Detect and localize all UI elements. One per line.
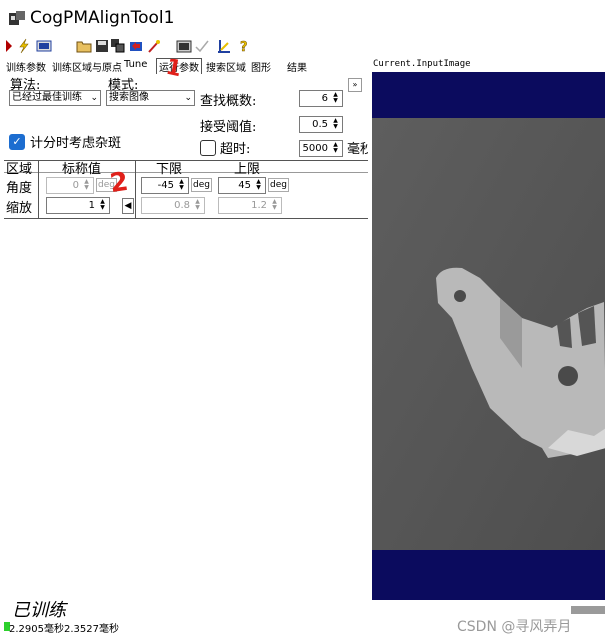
help-icon[interactable]: ? (236, 38, 252, 54)
tab-results[interactable]: 结果 (287, 59, 307, 74)
down-arrow-icon: ▼ (272, 204, 277, 211)
find-count-stepper[interactable]: 6 ▲ ▼ (299, 90, 343, 107)
down-arrow-icon[interactable]: ▼ (330, 124, 341, 130)
reset-icon[interactable] (128, 38, 144, 54)
accept-threshold-label: 接受阈值: (200, 120, 257, 135)
angle-low-value: -45 (157, 180, 174, 191)
row-angle-label: 角度 (6, 181, 33, 196)
header-low: 下限 (156, 162, 183, 177)
clutter-checkbox[interactable]: ✓ (9, 134, 25, 150)
timeout-checkbox[interactable] (200, 140, 216, 156)
find-count-label: 查找概数: (200, 94, 257, 109)
table-bottom-border (4, 218, 368, 219)
down-arrow-icon[interactable]: ▼ (253, 185, 264, 191)
expand-icon[interactable]: » (348, 78, 362, 92)
watermark: CSDN @寻风弄月 (457, 619, 572, 635)
scale-high-stepper: 1.2 ▲ ▼ (218, 197, 282, 214)
angle-high-unit: deg (268, 178, 289, 192)
display-icon[interactable] (36, 38, 52, 54)
image-top-band (372, 72, 605, 118)
tab-tune[interactable]: Tune (124, 59, 147, 70)
table-col-divider (135, 160, 136, 218)
timeout-stepper[interactable]: 5000 ▲ ▼ (299, 140, 343, 157)
part-image (372, 118, 605, 550)
header-high: 上限 (234, 162, 261, 177)
timeout-unit: 毫秒 (347, 142, 368, 157)
down-arrow-icon[interactable]: ▼ (330, 98, 341, 104)
timeout-value: 5000 (302, 143, 328, 154)
title-bar: CogPMAlignTool1 (0, 0, 605, 36)
scale-nominal-value: 1 (88, 200, 95, 211)
header-region: 区域 (6, 162, 33, 177)
trained-status: 已训练 (12, 600, 66, 621)
angle-nominal-stepper: 0 ▲ ▼ (46, 177, 94, 194)
clutter-label: 计分时考虑杂斑 (30, 136, 122, 151)
chevron-down-icon: ⌄ (184, 93, 192, 103)
scale-high-value: 1.2 (251, 200, 267, 211)
grid-display-icon[interactable] (176, 38, 192, 54)
input-image (372, 118, 605, 550)
check-disabled-icon (195, 40, 209, 53)
mode-select[interactable]: 搜索图像 ⌄ (106, 90, 195, 106)
tab-strip: 训练参数 训练区域与原点 Tune 运行参数 搜索区域 图形 结果 (4, 58, 364, 74)
measure-icon[interactable] (216, 38, 232, 54)
timing-status: 2.2905毫秒2.3527毫秒 (9, 624, 119, 635)
timeout-label: 超时: (220, 142, 251, 157)
table-top-border (4, 160, 368, 161)
down-arrow-icon[interactable]: ▼ (330, 148, 341, 154)
scale-low-value: 0.8 (174, 200, 190, 211)
wand-icon[interactable] (146, 38, 162, 54)
collapse-arrow-icon[interactable]: ◀ (122, 198, 134, 214)
down-arrow-icon[interactable]: ▼ (97, 205, 108, 211)
tab-train-region-origin[interactable]: 训练区域与原点 (52, 59, 122, 74)
window-title: CogPMAlignTool1 (30, 8, 175, 28)
tab-search-region[interactable]: 搜索区域 (206, 59, 246, 74)
electric-run-icon[interactable] (16, 38, 32, 54)
table-col-divider (38, 160, 39, 218)
angle-high-stepper[interactable]: 45 ▲ ▼ (218, 177, 266, 194)
copy-icon[interactable] (110, 38, 126, 54)
image-display-pane[interactable]: Current.InputImage (370, 58, 605, 603)
down-arrow-icon: ▼ (84, 184, 89, 191)
accept-threshold-stepper[interactable]: 0.5 ▲ ▼ (299, 116, 343, 133)
image-bottom-band (372, 550, 605, 600)
toolbar: ? (4, 38, 604, 56)
run-params-panel: 算法: 已经过最佳训练 ⌄ 模式: 搜索图像 ⌄ » 查找概数: 6 ▲ ▼ 接受… (4, 74, 368, 604)
down-arrow-icon: ▼ (195, 204, 200, 211)
accept-threshold-value: 0.5 (312, 119, 328, 130)
horizontal-scrollbar-thumb[interactable] (571, 606, 605, 614)
scale-low-stepper: 0.8 ▲ ▼ (141, 197, 205, 214)
angle-low-stepper[interactable]: -45 ▲ ▼ (141, 177, 189, 194)
down-arrow-icon[interactable]: ▼ (176, 185, 187, 191)
algorithm-value: 已经过最佳训练 (12, 92, 82, 103)
svg-text:?: ? (240, 40, 248, 54)
tab-graphics[interactable]: 图形 (251, 59, 271, 74)
tab-train-params[interactable]: 训练参数 (6, 59, 46, 74)
app-icon (9, 11, 25, 25)
angle-high-value: 45 (238, 180, 251, 191)
scale-nominal-stepper[interactable]: 1 ▲ ▼ (46, 197, 110, 214)
angle-low-unit: deg (191, 178, 212, 192)
row-scale-label: 缩放 (6, 201, 33, 216)
image-pane-title: Current.InputImage (373, 59, 471, 69)
angle-nominal-value: 0 (72, 180, 79, 191)
find-count-value: 6 (321, 93, 328, 104)
open-folder-icon[interactable] (76, 38, 92, 54)
chevron-down-icon: ⌄ (90, 93, 98, 103)
algorithm-select[interactable]: 已经过最佳训练 ⌄ (9, 90, 101, 106)
mode-value: 搜索图像 (109, 92, 149, 103)
table-header-border (4, 172, 368, 173)
save-icon[interactable] (94, 38, 110, 54)
header-nominal: 标称值 (62, 162, 102, 177)
